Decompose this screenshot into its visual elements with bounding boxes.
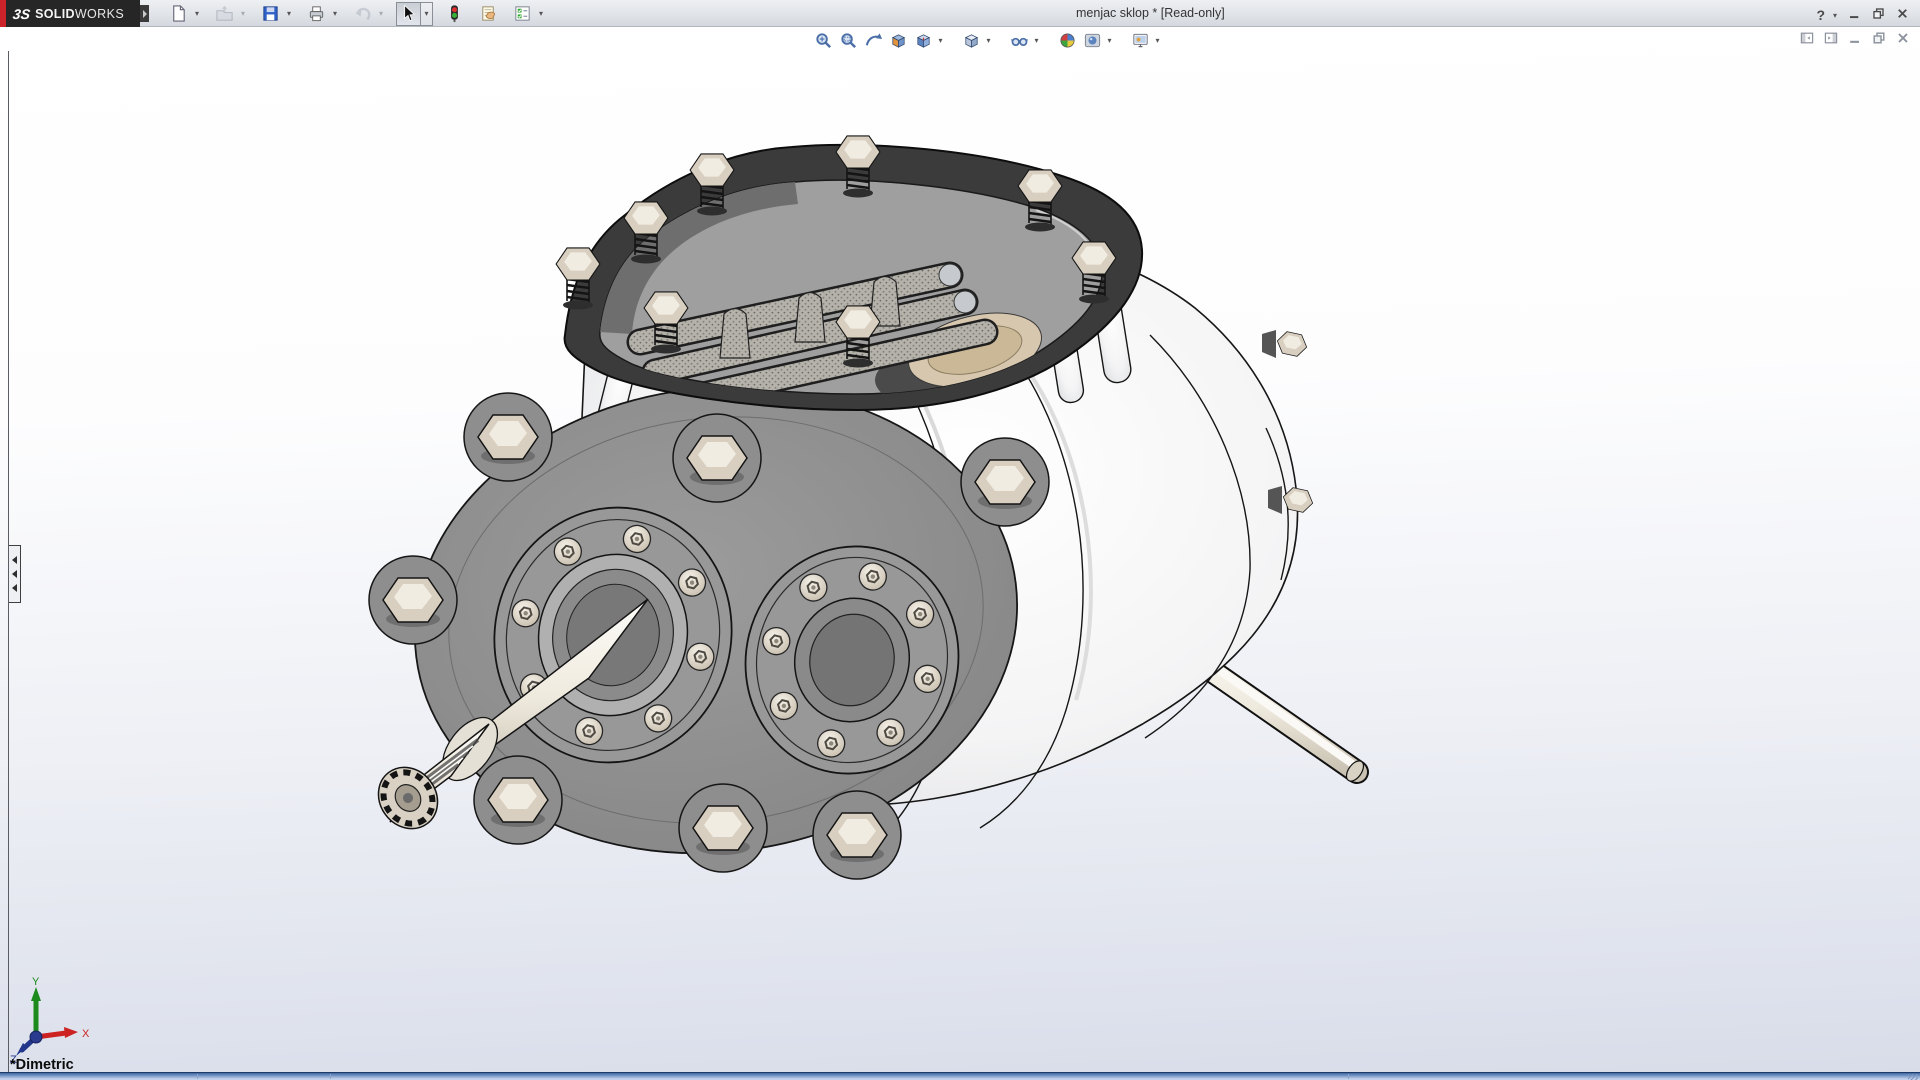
triad-y-label: Y (32, 976, 40, 988)
collapse-arrow-icon (12, 570, 17, 578)
open-document-dropdown[interactable]: ▾ (237, 2, 249, 26)
reference-triad: Y X Z (6, 975, 116, 1065)
select-tool-button[interactable] (396, 2, 421, 26)
view-orientation-label: *Dimetric (10, 1057, 74, 1073)
new-document-dropdown[interactable]: ▾ (191, 2, 203, 26)
window-controls: ? ▾ (1815, 3, 1912, 27)
undo-button[interactable] (350, 2, 375, 26)
select-tool-group: ▾ (396, 2, 433, 26)
help-dropdown[interactable]: ▾ (1830, 3, 1840, 27)
options-dropdown[interactable]: ▾ (535, 2, 547, 26)
new-document-group: ▾ (166, 2, 203, 26)
3d-viewport[interactable]: ▾ ▾ ▾ ▾ ▾ (0, 27, 1920, 1080)
main-toolbar: ▾ ▾ ▾ ▾ ▾ ▾ (166, 1, 556, 26)
window-restore-button[interactable] (1868, 5, 1888, 25)
logo-3s-icon: 3S (12, 6, 31, 22)
new-document-button[interactable] (166, 2, 191, 26)
collapse-arrow-icon (12, 556, 17, 564)
undo-group: ▾ (350, 2, 387, 26)
brand-red-stripe (0, 0, 6, 27)
rebuild-group (442, 2, 467, 26)
help-button[interactable]: ? (1815, 7, 1826, 23)
save-dropdown[interactable]: ▾ (283, 2, 295, 26)
options-button[interactable] (510, 2, 535, 26)
status-bar (0, 1072, 1920, 1080)
titlebar: 3S SOLIDWORKS ▾ ▾ ▾ ▾ ▾ ▾ (0, 0, 1920, 27)
save-group: ▾ (258, 2, 295, 26)
window-close-button[interactable] (1892, 5, 1912, 25)
open-document-group: ▾ (212, 2, 249, 26)
menu-expand-arrow-icon[interactable] (140, 5, 149, 22)
file-properties-group (476, 2, 501, 26)
gearbox-model[interactable] (0, 27, 1920, 1072)
select-tool-dropdown[interactable]: ▾ (421, 2, 433, 26)
window-minimize-button[interactable] (1844, 5, 1864, 25)
options-group: ▾ (510, 2, 547, 26)
collapse-arrow-icon (12, 584, 17, 592)
open-document-button[interactable] (212, 2, 237, 26)
gearbox-assembly[interactable] (366, 136, 1367, 887)
window-title: menjac sklop * [Read-only] (1076, 6, 1225, 20)
brand-solid-text: SOLID (35, 7, 75, 21)
file-properties-button[interactable] (476, 2, 501, 26)
resize-grip-icon (1908, 1074, 1918, 1080)
solidworks-logo: 3S SOLIDWORKS (0, 0, 140, 27)
rebuild-button[interactable] (442, 2, 467, 26)
print-button[interactable] (304, 2, 329, 26)
print-group: ▾ (304, 2, 341, 26)
undo-dropdown[interactable]: ▾ (375, 2, 387, 26)
save-button[interactable] (258, 2, 283, 26)
print-dropdown[interactable]: ▾ (329, 2, 341, 26)
triad-x-label: X (82, 1028, 90, 1040)
feature-manager-collapsed-tab[interactable] (9, 545, 21, 603)
brand-works-text: WORKS (75, 7, 124, 21)
